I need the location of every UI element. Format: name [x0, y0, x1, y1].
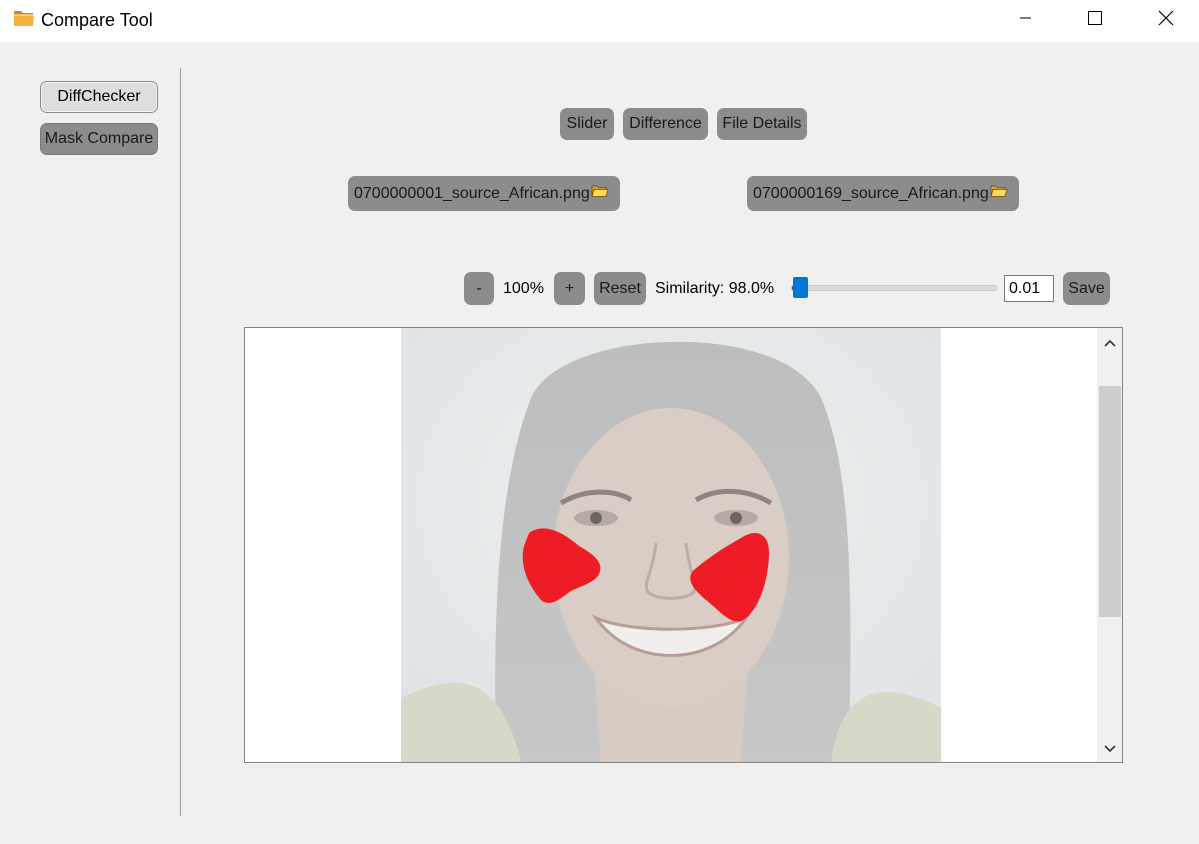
title-bar: Compare Tool: [0, 0, 1199, 42]
zoom-out-button[interactable]: -: [464, 272, 494, 305]
scroll-up-button[interactable]: [1097, 332, 1122, 354]
maximize-icon: [1088, 10, 1102, 30]
window-title: Compare Tool: [41, 10, 153, 30]
tab-slider[interactable]: Slider: [560, 108, 614, 140]
portrait-image: [401, 328, 941, 762]
left-file-button[interactable]: 0700000001_source_African.png: [348, 176, 620, 211]
threshold-slider-track[interactable]: [791, 285, 997, 291]
zoom-in-button[interactable]: +: [554, 272, 585, 305]
scrollbar-thumb[interactable]: [1099, 386, 1121, 617]
minimize-icon: [1020, 11, 1032, 29]
chevron-down-icon: [1103, 740, 1116, 758]
sidebar-item-label: Mask Compare: [44, 130, 154, 147]
minimize-button[interactable]: [1003, 0, 1049, 40]
threshold-slider-handle[interactable]: [792, 277, 808, 298]
similarity-label: Similarity: 98.0%: [655, 280, 775, 297]
chevron-up-icon: [1103, 334, 1116, 352]
sidebar-item-diffchecker[interactable]: DiffChecker: [40, 81, 158, 113]
save-button[interactable]: Save: [1063, 272, 1110, 305]
sidebar-divider: [180, 68, 181, 816]
threshold-input[interactable]: [1004, 275, 1054, 302]
maximize-button[interactable]: [1072, 0, 1118, 40]
tab-file-details[interactable]: File Details: [717, 108, 807, 140]
right-file-button[interactable]: 0700000169_source_African.png: [747, 176, 1019, 211]
sidebar-item-label: DiffChecker: [57, 88, 141, 105]
right-file-name: 0700000169_source_African.png: [753, 184, 989, 202]
open-folder-icon: [591, 184, 609, 203]
folder-icon: [13, 8, 35, 28]
left-file-name: 0700000001_source_African.png: [354, 184, 590, 202]
reset-button[interactable]: Reset: [594, 272, 646, 305]
close-button[interactable]: [1143, 0, 1189, 40]
open-folder-icon: [990, 184, 1008, 203]
vertical-scrollbar[interactable]: [1097, 328, 1122, 762]
scroll-down-button[interactable]: [1097, 738, 1122, 760]
sidebar-item-mask-compare[interactable]: Mask Compare: [40, 123, 158, 155]
zoom-level: 100%: [503, 280, 544, 297]
tab-difference[interactable]: Difference: [623, 108, 708, 140]
image-viewer[interactable]: [244, 327, 1123, 763]
close-icon: [1158, 10, 1174, 31]
